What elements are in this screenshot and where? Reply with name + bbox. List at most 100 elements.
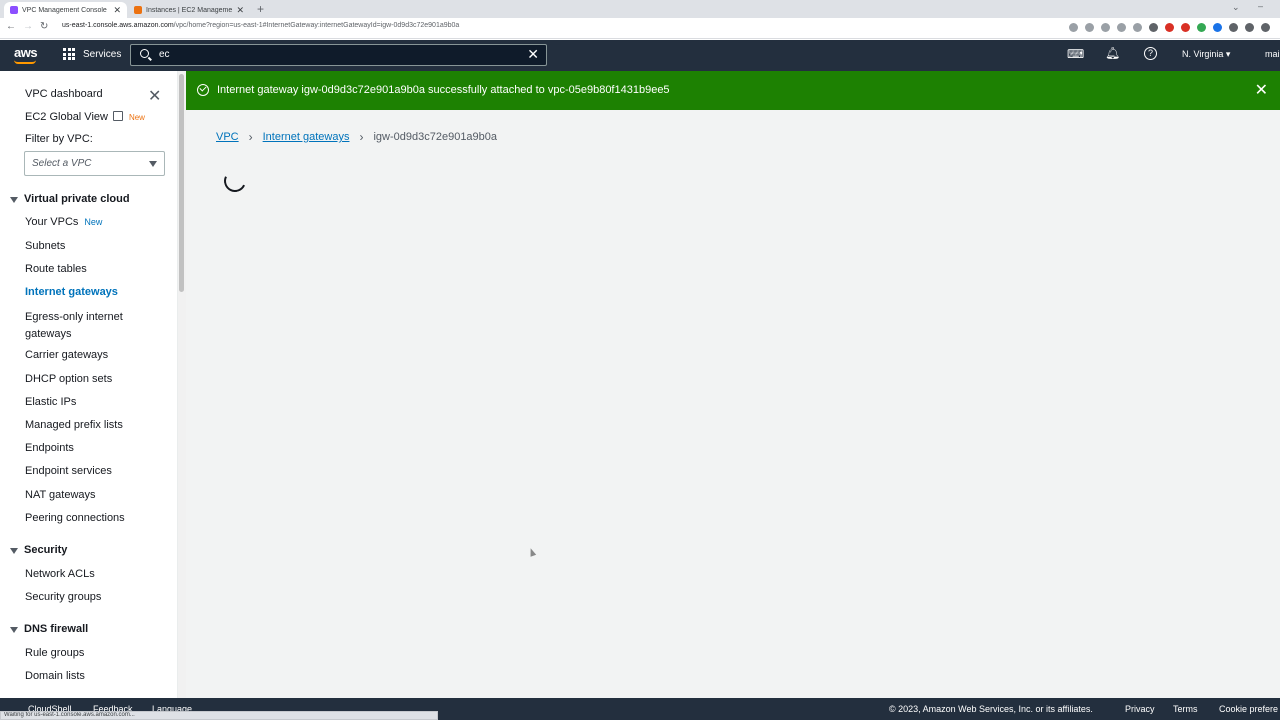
profile-icon[interactable] xyxy=(1261,23,1270,32)
chevron-right-icon: › xyxy=(359,130,364,144)
footer-copyright: © 2023, Amazon Web Services, Inc. or its… xyxy=(889,704,1093,714)
extension-icon[interactable] xyxy=(1165,23,1174,32)
minimize-icon[interactable]: – xyxy=(1258,1,1263,11)
forward-icon[interactable]: → xyxy=(23,21,33,32)
select-placeholder: Select a VPC xyxy=(32,158,92,169)
account-menu[interactable]: mai xyxy=(1265,49,1280,59)
back-icon[interactable]: ← xyxy=(6,21,16,32)
breadcrumb: VPC › Internet gateways › igw-0d9d3c72e9… xyxy=(216,130,497,144)
sidebar-item-nat-gateways[interactable]: NAT gateways xyxy=(25,489,96,501)
sidebar-item-internet-gateways[interactable]: Internet gateways xyxy=(25,286,118,298)
sidebar-item-managed-prefix-lists[interactable]: Managed prefix lists xyxy=(25,419,123,431)
chevron-right-icon: › xyxy=(248,130,253,144)
sidebar-item-your-vpcs[interactable]: Your VPCs New xyxy=(25,216,102,228)
sidebar-item-label: Your VPCs xyxy=(25,216,79,228)
services-button[interactable]: Services xyxy=(63,48,121,60)
help-icon[interactable]: ? xyxy=(1144,47,1157,60)
aws-smile-icon xyxy=(14,60,36,64)
browser-tab-vpc[interactable]: VPC Management Console ✕ xyxy=(4,2,127,18)
footer-cookie-link[interactable]: Cookie prefere xyxy=(1219,704,1278,714)
sidebar-item-dhcp-option-sets[interactable]: DHCP option sets xyxy=(25,373,112,385)
breadcrumb-current: igw-0d9d3c72e901a9b0a xyxy=(373,131,498,143)
extension-icon[interactable] xyxy=(1197,23,1206,32)
tab-title: Instances | EC2 Management Co xyxy=(146,6,233,14)
search-value: ec xyxy=(159,49,170,60)
section-dns-firewall[interactable]: DNS firewall xyxy=(24,623,88,635)
clear-search-icon[interactable]: ✕ xyxy=(527,46,539,63)
sidebar-item-egress-only-internet-gateways[interactable]: Egress-only internet gateways xyxy=(25,309,135,343)
address-bar: ← → ↻ us-east-1.console.aws.amazon.com/v… xyxy=(0,18,1280,39)
pin-icon[interactable] xyxy=(1245,23,1254,32)
sidebar-item-vpc-dashboard[interactable]: VPC dashboard xyxy=(25,88,103,100)
vpc-filter-select[interactable]: Select a VPC xyxy=(24,151,165,176)
sidebar-item-security-groups[interactable]: Security groups xyxy=(25,591,101,603)
share-icon[interactable] xyxy=(1117,23,1126,32)
ec2-favicon-icon xyxy=(134,6,142,14)
browser-status-bar: Waiting for us-east-1.console.aws.amazon… xyxy=(0,711,438,720)
dismiss-flash-icon[interactable]: ✕ xyxy=(1255,80,1268,100)
browser-tab-ec2[interactable]: Instances | EC2 Management Co ✕ xyxy=(128,2,250,18)
sidebar-item-network-acls[interactable]: Network ACLs xyxy=(25,568,95,580)
section-virtual-private-cloud[interactable]: Virtual private cloud xyxy=(24,193,130,205)
url-host: us-east-1.console.aws.amazon.com xyxy=(62,22,174,29)
extension-icon[interactable] xyxy=(1213,23,1222,32)
region-label: N. Virginia xyxy=(1182,49,1224,59)
extension-icon[interactable] xyxy=(1149,23,1158,32)
main-content xyxy=(186,71,1280,698)
services-label: Services xyxy=(83,48,122,60)
success-flashbar: Internet gateway igw-0d9d3c72e901a9b0a s… xyxy=(186,71,1280,110)
tab-title: VPC Management Console xyxy=(22,6,107,14)
caret-down-icon[interactable] xyxy=(10,197,18,203)
new-tab-icon[interactable]: + xyxy=(257,2,264,16)
grid-icon xyxy=(63,48,75,60)
search-input[interactable]: ec ✕ xyxy=(130,44,547,66)
caret-down-icon[interactable] xyxy=(10,548,18,554)
sidebar-item-endpoints[interactable]: Endpoints xyxy=(25,442,74,454)
sidebar-item-peering-connections[interactable]: Peering connections xyxy=(25,512,125,524)
sidebar-item-domain-lists[interactable]: Domain lists xyxy=(25,670,85,682)
close-tab-icon[interactable]: ✕ xyxy=(113,5,121,16)
caret-down-icon xyxy=(149,161,157,167)
sidebar-scrollbar-thumb[interactable] xyxy=(179,74,184,292)
search-icon[interactable] xyxy=(1069,23,1078,32)
cloudshell-icon[interactable]: ⌨ xyxy=(1067,47,1084,61)
extension-icons xyxy=(1069,23,1270,32)
new-badge: New xyxy=(128,113,145,122)
region-selector[interactable]: N. Virginia ▾ xyxy=(1182,49,1230,60)
new-badge: New xyxy=(84,217,103,227)
sidebar-item-subnets[interactable]: Subnets xyxy=(25,240,65,252)
external-link-icon xyxy=(112,111,123,121)
section-security[interactable]: Security xyxy=(24,544,67,556)
sidebar-item-carrier-gateways[interactable]: Carrier gateways xyxy=(25,349,108,361)
sidebar-item-route-tables[interactable]: Route tables xyxy=(25,263,87,275)
close-icon[interactable]: ✕ xyxy=(148,86,161,106)
sidebar-item-ec2-global-view[interactable]: EC2 Global View New xyxy=(25,111,145,123)
key-icon[interactable] xyxy=(1085,23,1094,32)
sidebar-item-label: EC2 Global View xyxy=(25,111,108,123)
puzzle-icon[interactable] xyxy=(1229,23,1238,32)
star-icon[interactable] xyxy=(1133,23,1142,32)
aws-logo[interactable]: aws xyxy=(14,45,38,60)
search-icon xyxy=(140,49,149,58)
zoom-icon[interactable] xyxy=(1101,23,1110,32)
breadcrumb-internet-gateways[interactable]: Internet gateways xyxy=(263,131,350,143)
breadcrumb-vpc[interactable]: VPC xyxy=(216,131,239,143)
reload-icon[interactable]: ↻ xyxy=(40,21,48,32)
vpc-favicon-icon xyxy=(10,6,18,14)
chevron-down-icon[interactable]: ⌄ xyxy=(1232,2,1240,13)
filter-label: Filter by VPC: xyxy=(25,133,93,145)
sidebar-item-endpoint-services[interactable]: Endpoint services xyxy=(25,465,112,477)
success-check-icon xyxy=(197,84,209,96)
sidebar-item-elastic-ips[interactable]: Elastic IPs xyxy=(25,396,76,408)
close-tab-icon[interactable]: ✕ xyxy=(236,5,244,16)
extension-icon[interactable] xyxy=(1181,23,1190,32)
browser-tab-bar: VPC Management Console ✕ Instances | EC2… xyxy=(0,0,1280,18)
footer-privacy-link[interactable]: Privacy xyxy=(1125,704,1155,714)
sidebar-item-rule-groups[interactable]: Rule groups xyxy=(25,647,84,659)
bell-icon[interactable]: 🔔︎ xyxy=(1105,46,1120,60)
url-path: /vpc/home?region=us-east-1#InternetGatew… xyxy=(173,22,460,29)
footer-terms-link[interactable]: Terms xyxy=(1173,704,1198,714)
caret-down-icon[interactable] xyxy=(10,627,18,633)
url-field[interactable]: us-east-1.console.aws.amazon.com/vpc/hom… xyxy=(62,22,459,29)
flash-message: Internet gateway igw-0d9d3c72e901a9b0a s… xyxy=(217,84,670,96)
